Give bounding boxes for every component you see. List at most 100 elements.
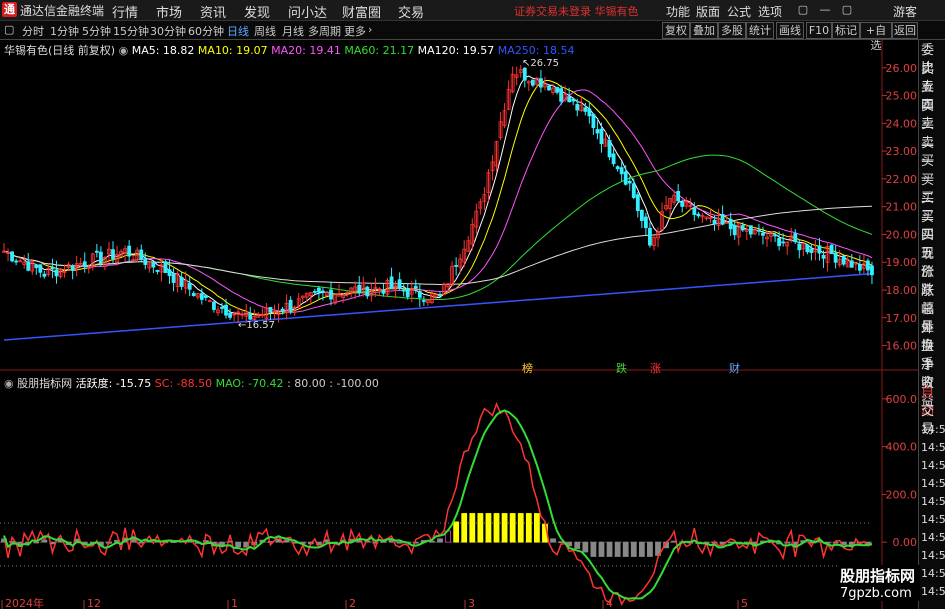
candle-down [761, 232, 765, 236]
menu-item-faxian[interactable]: 发现 [244, 2, 270, 21]
period-30min[interactable]: 30分钟 [150, 23, 186, 39]
activity-bar [550, 538, 556, 543]
candle-down [127, 245, 132, 257]
menu-gongshi[interactable]: 公式 [727, 3, 751, 20]
menu-item-caifuquan[interactable]: 财富圈 [342, 2, 381, 21]
watermark-title: 股朋指标网 [840, 567, 916, 585]
menu-xuanxiang[interactable]: 选项 [758, 3, 782, 20]
menu-gongneng[interactable]: 功能 [666, 3, 690, 20]
candle-down [781, 241, 786, 244]
candle-down [454, 264, 459, 267]
period-60min[interactable]: 60分钟 [188, 23, 224, 39]
candle-down [696, 213, 701, 217]
menu-item-wenxiaoda[interactable]: 问小达 [288, 2, 327, 21]
btn-fuquan[interactable]: 复权 [662, 22, 690, 39]
btn-back[interactable]: 返回 [892, 22, 918, 39]
candle-down [805, 244, 810, 253]
candle-down [228, 312, 232, 318]
btn-duogu[interactable]: 多股 [718, 22, 746, 39]
btn-add-watchlist[interactable]: +自选 [860, 22, 892, 52]
event-tag-zhang[interactable]: 涨 [650, 360, 661, 376]
candle-down [567, 96, 572, 103]
candle-down [575, 103, 580, 111]
low-price-annotation: ←16.57 [238, 320, 276, 331]
event-tag-bang[interactable]: 榜 [522, 360, 533, 376]
menu-banmian[interactable]: 版面 [696, 3, 720, 20]
candle-down [793, 233, 798, 243]
candle-down [539, 78, 543, 88]
candle-down [50, 266, 55, 270]
candle-down [14, 260, 19, 263]
event-tag-die[interactable]: 跌 [616, 360, 627, 376]
candle-down [615, 166, 620, 170]
menu-item-jiaoyi[interactable]: 交易 [398, 2, 424, 21]
price-axis-label: 22.00 [886, 173, 918, 186]
price-axis-label: 16.00 [886, 340, 918, 353]
activity-bar [485, 513, 492, 543]
candle-down [417, 291, 422, 298]
date-label: 2024年 [5, 596, 44, 609]
menu-item-hangqing[interactable]: 行情 [112, 2, 138, 21]
candle-down [611, 153, 616, 165]
menu-item-shichang[interactable]: 市场 [156, 2, 182, 21]
period-monthly[interactable]: 月线 [282, 23, 304, 39]
period-daily[interactable]: 日线 [227, 23, 249, 39]
price-axis-label: 23.00 [886, 145, 918, 158]
candle-down [583, 107, 588, 112]
candle-down [312, 290, 317, 293]
candle-down [623, 171, 628, 185]
candle-down [619, 167, 624, 175]
app-title: 通达信金融终端 [20, 4, 105, 18]
menu-youke[interactable]: 游客 [893, 3, 917, 20]
btn-diejia[interactable]: 叠加 [690, 22, 718, 39]
high-price-annotation: ↖26.75 [522, 58, 560, 69]
restore-icon[interactable]: ▢ [796, 3, 810, 16]
candle-down [268, 307, 273, 313]
period-weekly[interactable]: 周线 [254, 23, 276, 39]
btn-huaxian[interactable]: 画线 [776, 22, 804, 39]
period-fenshi[interactable]: 分时 [22, 23, 44, 39]
candle-down [817, 245, 822, 254]
candle-down [397, 279, 402, 289]
candle-down [849, 260, 854, 268]
candle-down [191, 292, 196, 297]
sidebar-bottom-4: 14:56 [921, 459, 945, 472]
candle-down [111, 249, 115, 260]
candle-down [635, 194, 640, 211]
mao-line [3, 409, 873, 600]
period-15min[interactable]: 15分钟 [113, 23, 149, 39]
candle-down [26, 261, 31, 271]
period-more[interactable]: 更多 [344, 23, 366, 39]
maximize-icon[interactable]: ▢ [840, 3, 854, 16]
event-tag-cai[interactable]: 财 [729, 360, 740, 376]
candle-down [559, 88, 564, 102]
chevron-right-icon[interactable]: › [368, 23, 372, 36]
candle-down [809, 248, 814, 253]
activity-bar [517, 513, 524, 543]
price-axis-label: 19.00 [886, 256, 918, 269]
nav-square-icon[interactable]: ▢ [4, 23, 14, 36]
sidebar-bottom-9: 14:56 [921, 549, 945, 562]
btn-f10[interactable]: F10 [806, 22, 832, 39]
activity-bar [525, 513, 532, 543]
candle-down [757, 229, 761, 232]
btn-tongji[interactable]: 统计 [746, 22, 774, 39]
period-5min[interactable]: 5分钟 [82, 23, 111, 39]
candle-down [381, 290, 386, 294]
kline-chart[interactable]: 26.0025.0024.0023.0022.0021.0020.0019.00… [0, 40, 918, 609]
ma10-line [3, 79, 873, 316]
period-toolbar: ▢ 分时 1分钟 5分钟 15分钟 30分钟 60分钟 日线 周线 月线 多周期… [0, 21, 945, 52]
candle-down [280, 308, 285, 313]
sidebar-bottom-10: 14:56 [921, 567, 945, 580]
activity-bar [590, 541, 597, 557]
btn-biaoji[interactable]: 标记 [832, 22, 860, 39]
minimize-icon[interactable]: — [818, 3, 832, 16]
period-multi[interactable]: 多周期 [308, 23, 341, 39]
candle-down [829, 244, 834, 255]
price-axis-label: 18.00 [886, 284, 918, 297]
activity-bar [461, 513, 468, 543]
candle-down [555, 86, 559, 93]
menu-item-zixun[interactable]: 资讯 [200, 2, 226, 21]
candle-down [627, 180, 632, 184]
period-1min[interactable]: 1分钟 [50, 23, 79, 39]
